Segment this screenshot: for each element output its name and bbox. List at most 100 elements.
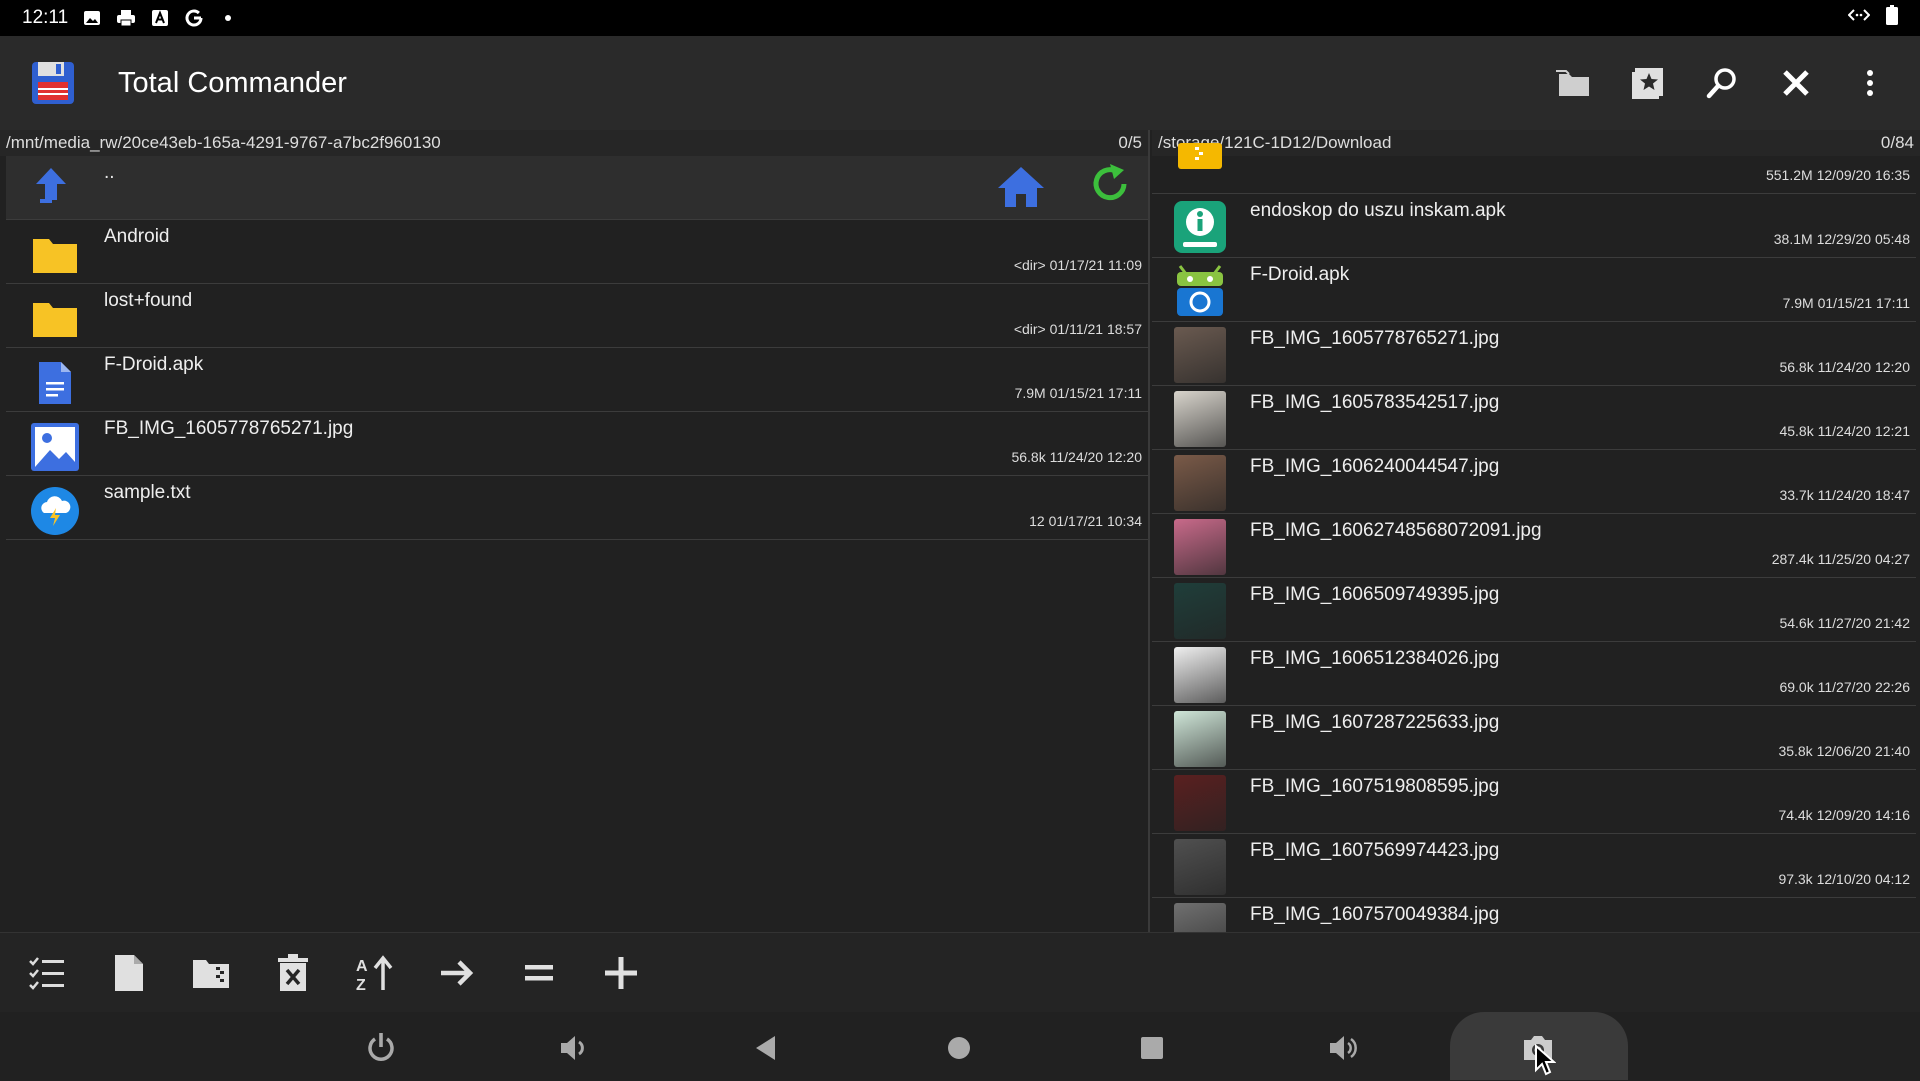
printer-notification-icon [116,8,136,28]
list-item[interactable]: lost+found <dir> 01/11/21 18:57 [6,284,1148,348]
list-item[interactable]: FB_IMG_16062748568072091.jpg 287.4k 11/25… [1152,514,1916,578]
archive-icon [1170,134,1230,192]
volume-down-icon[interactable] [552,1026,596,1070]
file-meta: 33.7k 11/24/20 18:47 [1779,487,1910,503]
left-path-bar[interactable]: /mnt/media_rw/20ce43eb-165a-4291-9767-a7… [0,130,1148,156]
file-name: F-Droid.apk [1250,264,1350,285]
recents-icon[interactable] [1130,1026,1174,1070]
file-name: FB_IMG_1606240044547.jpg [1250,456,1500,477]
svg-text:A: A [356,958,368,975]
app-bar: Total Commander [0,36,1920,130]
list-item[interactable]: FB_IMG_1606240044547.jpg 33.7k 11/24/20 1… [1152,450,1916,514]
select-list-button[interactable] [24,950,70,996]
photo-thumbnail [1170,710,1230,768]
list-item[interactable]: FB_IMG_1607519808595.jpg 74.4k 12/09/20 1… [1152,770,1916,834]
folder-tabs-button[interactable] [1552,61,1596,105]
list-item[interactable]: endoskop do uszu inskam.apk 38.1M 12/29/2… [1152,194,1916,258]
copy-move-arrow-button[interactable] [434,950,480,996]
list-item[interactable]: 551.2M 12/09/20 16:35 [1152,130,1916,194]
file-meta: 35.8k 12/06/20 21:40 [1778,743,1910,759]
google-notification-icon [184,8,204,28]
file-name: sample.txt [104,482,191,503]
photo-thumbnail [1170,454,1230,512]
left-file-panel: /mnt/media_rw/20ce43eb-165a-4291-9767-a7… [0,130,1150,932]
home-navigation-icon[interactable] [937,1026,981,1070]
list-item[interactable]: Android <dir> 01/17/21 11:09 [6,220,1148,284]
photo-thumbnail [1170,582,1230,640]
photo-thumbnail [1170,390,1230,448]
file-meta: <dir> 01/11/21 18:57 [1013,321,1142,337]
inskam-app-icon [1170,198,1230,256]
battery-icon [1886,5,1898,31]
list-item[interactable]: FB_IMG_1605783542517.jpg 45.8k 11/24/20 1… [1152,386,1916,450]
file-meta: 56.8k 11/24/20 12:20 [1779,359,1910,375]
power-icon[interactable] [359,1026,403,1070]
list-item[interactable]: F-Droid.apk 7.9M 01/15/21 17:11 [6,348,1148,412]
refresh-icon[interactable] [1088,162,1132,213]
font-notification-icon [150,8,170,28]
file-meta: 56.8k 11/24/20 12:20 [1011,449,1142,465]
fdroid-icon [1170,262,1230,320]
list-item[interactable]: F-Droid.apk 7.9M 01/15/21 17:11 [1152,258,1916,322]
new-file-button[interactable] [106,950,152,996]
up-arrow-icon [34,166,68,209]
file-name: Android [104,226,170,247]
document-icon [30,358,80,408]
list-item[interactable]: FB_IMG_1607570049384.jpg [1152,898,1916,932]
file-meta: 97.3k 12/10/20 04:12 [1778,871,1910,887]
file-meta: 38.1M 12/29/20 05:48 [1773,231,1910,247]
overflow-menu-icon[interactable] [1848,61,1892,105]
volume-up-icon[interactable] [1322,1026,1366,1070]
list-item[interactable]: FB_IMG_1605778765271.jpg 56.8k 11/24/20 1… [1152,322,1916,386]
list-item[interactable]: FB_IMG_1607569974423.jpg 97.3k 12/10/20 0… [1152,834,1916,898]
delete-button[interactable] [270,950,316,996]
search-icon[interactable] [1700,61,1744,105]
left-path: /mnt/media_rw/20ce43eb-165a-4291-9767-a7… [6,133,441,152]
file-name: endoskop do uszu inskam.apk [1250,200,1506,221]
photo-thumbnail [1170,326,1230,384]
back-icon[interactable] [744,1026,788,1070]
file-meta: 45.8k 11/24/20 12:21 [1779,423,1910,439]
folder-icon [30,294,80,344]
more-notifications-dot-icon [218,8,238,28]
list-item[interactable]: FB_IMG_1607287225633.jpg 35.8k 12/06/20 2… [1152,706,1916,770]
app-title: Total Commander [118,66,347,99]
image-icon [30,422,80,472]
list-item[interactable]: sample.txt 12 01/17/21 10:34 [6,476,1148,540]
total-commander-logo-icon [30,60,76,106]
file-name: FB_IMG_1606509749395.jpg [1250,584,1500,605]
add-button[interactable] [598,950,644,996]
file-name: FB_IMG_1607519808595.jpg [1250,776,1500,797]
file-meta: 7.9M 01/15/21 17:11 [1782,295,1910,311]
parent-directory-label: .. [104,162,115,183]
gallery-notification-icon [82,8,102,28]
file-name: F-Droid.apk [104,354,204,375]
cloud-icon [30,486,80,536]
file-meta: 551.2M 12/09/20 16:35 [1765,167,1910,183]
file-name: FB_IMG_16062748568072091.jpg [1250,520,1542,541]
file-name: lost+found [104,290,193,311]
folder-icon [30,230,80,280]
file-name: FB_IMG_1605778765271.jpg [104,418,354,439]
photo-thumbnail [1170,518,1230,576]
photo-thumbnail [1170,902,1230,932]
photo-thumbnail [1170,646,1230,704]
zip-archive-button[interactable] [188,950,234,996]
parent-directory-row[interactable]: .. [6,156,1148,220]
file-name: FB_IMG_1605783542517.jpg [1250,392,1500,413]
system-navigation-bar [0,1012,1920,1080]
bookmarks-star-button[interactable] [1626,61,1670,105]
file-meta: 287.4k 11/25/20 04:27 [1771,551,1910,567]
file-meta: 69.0k 11/27/20 22:26 [1779,679,1910,695]
close-icon[interactable] [1774,61,1818,105]
list-item[interactable]: FB_IMG_1606512384026.jpg 69.0k 11/27/20 2… [1152,642,1916,706]
status-bar: 12:11 [0,0,1920,36]
photo-thumbnail [1170,774,1230,832]
list-item[interactable]: FB_IMG_1606509749395.jpg 54.6k 11/27/20 2… [1152,578,1916,642]
file-name: FB_IMG_1606512384026.jpg [1250,648,1500,669]
home-icon[interactable] [996,164,1046,215]
list-item[interactable]: FB_IMG_1605778765271.jpg 56.8k 11/24/20 … [6,412,1148,476]
sort-button[interactable]: AZ [352,950,398,996]
compare-equal-button[interactable] [516,950,562,996]
bottom-toolbar: AZ [0,932,1920,1012]
